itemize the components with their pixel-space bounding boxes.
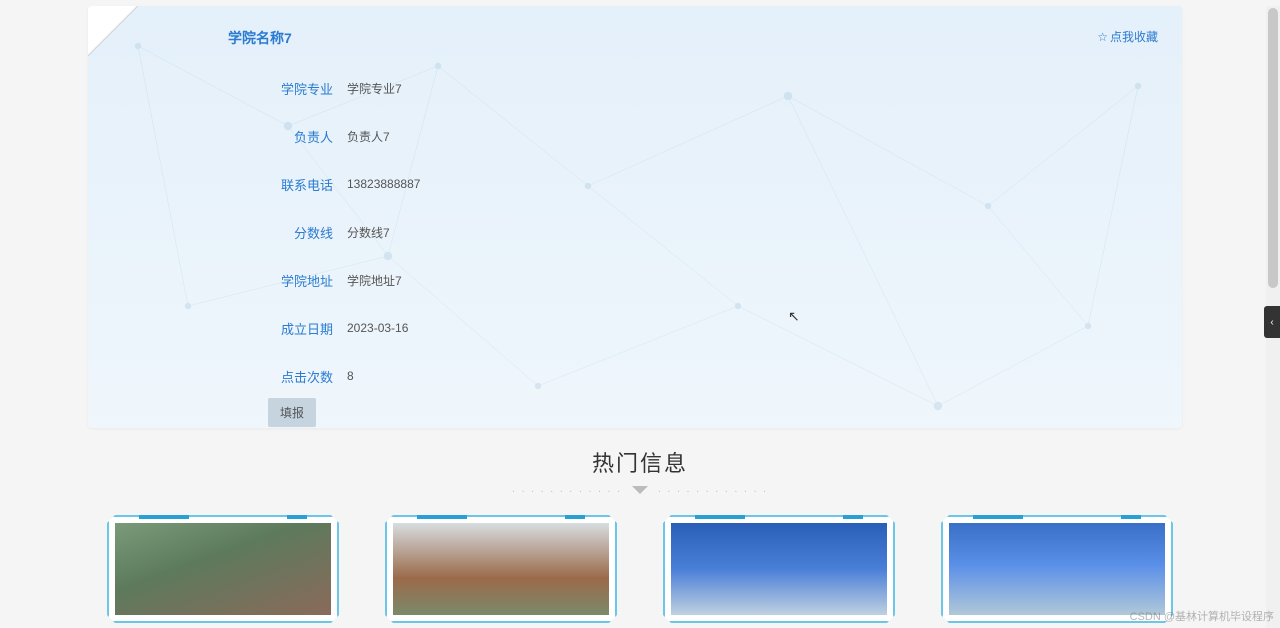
hot-card-3[interactable]	[663, 515, 895, 623]
hot-card-image	[671, 523, 887, 615]
hot-info-title: 热门信息	[0, 446, 1280, 478]
scrollbar-thumb[interactable]	[1268, 8, 1278, 288]
arrow-down-icon	[632, 486, 648, 494]
hot-info-section: 热门信息 . . . . . . . . . . . . . . . . . .…	[0, 446, 1280, 623]
info-list: 学院专业 学院专业7 负责人 负责人7 联系电话 13823888887 分数线…	[268, 64, 1142, 400]
info-label: 点击次数	[268, 367, 333, 386]
info-value: 2023-03-16	[347, 321, 408, 335]
favorite-label: 点我收藏	[1110, 28, 1158, 45]
info-value: 13823888887	[347, 177, 420, 191]
info-row-score: 分数线 分数线7	[268, 208, 1142, 256]
info-row-clicks: 点击次数 8	[268, 352, 1142, 400]
hot-card-image	[949, 523, 1165, 615]
info-row-phone: 联系电话 13823888887	[268, 160, 1142, 208]
info-label: 分数线	[268, 223, 333, 242]
hot-card-image	[115, 523, 331, 615]
info-value: 学院专业7	[347, 80, 402, 97]
info-label: 学院地址	[268, 271, 333, 290]
info-label: 联系电话	[268, 175, 333, 194]
info-value: 负责人7	[347, 128, 390, 145]
info-row-major: 学院专业 学院专业7	[268, 64, 1142, 112]
hot-cards-row	[0, 515, 1280, 623]
info-label: 成立日期	[268, 319, 333, 338]
info-row-date: 成立日期 2023-03-16	[268, 304, 1142, 352]
hot-card-1[interactable]	[107, 515, 339, 623]
info-label: 学院专业	[268, 79, 333, 98]
info-value: 分数线7	[347, 224, 390, 241]
dots-divider: . . . . . . . . . . . . . . . . . . . . …	[0, 484, 1280, 495]
college-detail-card: 学院名称7 ☆ 点我收藏 学院专业 学院专业7 负责人 负责人7 联系电话 13…	[88, 6, 1182, 428]
college-title: 学院名称7	[228, 28, 292, 48]
info-value: 学院地址7	[347, 272, 402, 289]
hot-card-image	[393, 523, 609, 615]
corner-fold-decoration	[88, 6, 138, 56]
side-collapse-tab[interactable]: ‹	[1264, 306, 1280, 338]
hot-card-2[interactable]	[385, 515, 617, 623]
hot-card-4[interactable]	[941, 515, 1173, 623]
star-icon: ☆	[1097, 30, 1108, 44]
favorite-button[interactable]: ☆ 点我收藏	[1097, 28, 1158, 45]
info-value: 8	[347, 369, 354, 383]
info-row-address: 学院地址 学院地址7	[268, 256, 1142, 304]
fill-report-button[interactable]: 填报	[268, 398, 316, 427]
info-label: 负责人	[268, 127, 333, 146]
info-row-leader: 负责人 负责人7	[268, 112, 1142, 160]
